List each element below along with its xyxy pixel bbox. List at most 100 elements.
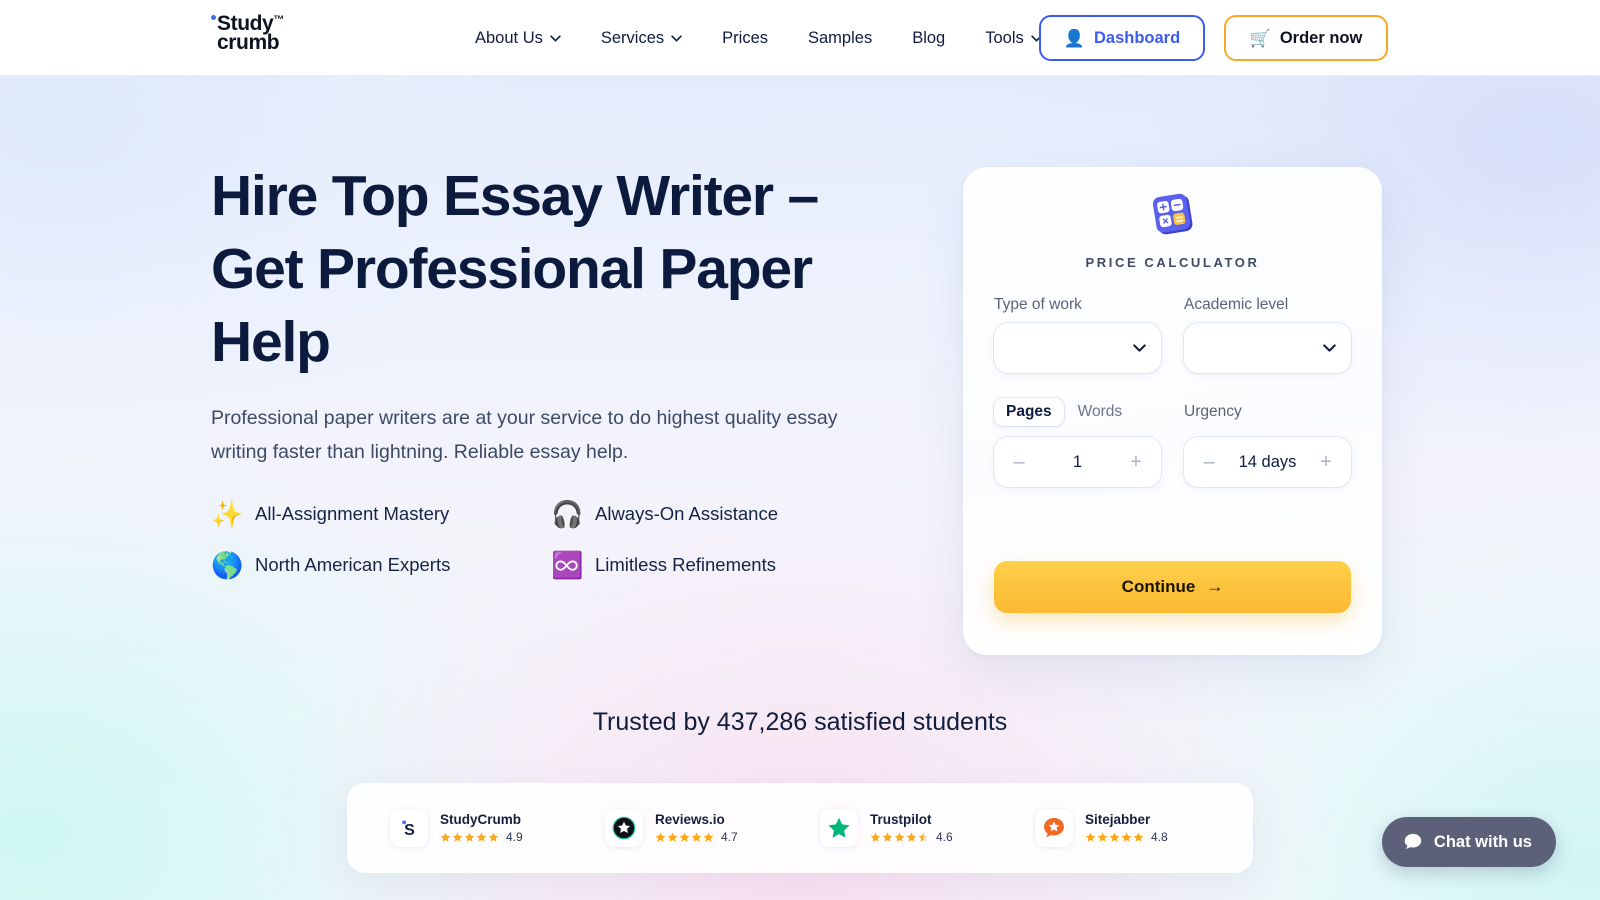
review-badge-reviewsio[interactable]: Reviews.io 4.7 <box>562 809 777 847</box>
logo-line-2: crumb <box>217 31 280 55</box>
trust-headline: Trusted by 437,286 satisfied students <box>592 708 1008 736</box>
badge-score: 4.8 <box>1151 830 1168 844</box>
star-rating-icon <box>440 832 499 843</box>
pages-value: 1 <box>1072 452 1083 471</box>
badge-rating: 4.9 <box>440 830 523 844</box>
review-badges-card: S StudyCrumb 4.9 Reviews.io 4.7 Trustpil… <box>347 783 1253 873</box>
feature-label: All-Assignment Mastery <box>255 503 450 524</box>
logo-trademark: ™ <box>273 14 284 26</box>
header-actions: 👤 Dashboard 🛒 Order now <box>1039 0 1388 76</box>
hero-description: Professional paper writers are at your s… <box>211 407 838 463</box>
badge-name: Sitejabber <box>1085 812 1151 827</box>
order-now-button-label: Order now <box>1279 28 1363 47</box>
studycrumb-logo: S <box>390 809 428 847</box>
main-navigation: About Us Services Prices Samples Blog To… <box>455 0 1062 76</box>
review-badge-sitejabber[interactable]: Sitejabber 4.8 <box>992 809 1207 847</box>
calculator-selects-row: Type of work Academic level <box>994 296 1351 373</box>
user-icon: 👤 <box>1063 28 1085 48</box>
urgency-decrement-button[interactable]: – <box>1200 452 1218 472</box>
tab-words[interactable]: Words <box>1066 398 1135 426</box>
unit-tabs: Pages Words <box>994 398 1161 426</box>
pages-increment-button[interactable]: + <box>1127 452 1145 472</box>
badge-name: Trustpilot <box>870 812 932 827</box>
headphones-icon: 🎧 <box>551 499 584 529</box>
calculator-icon <box>1146 191 1200 241</box>
feature-label: Always-On Assistance <box>595 503 779 524</box>
continue-button[interactable]: Continue → <box>994 561 1351 613</box>
type-of-work-field: Type of work <box>994 296 1161 373</box>
feature-item-always-on-assistance: 🎧 Always-On Assistance <box>551 501 891 527</box>
type-of-work-label: Type of work <box>994 296 1082 313</box>
badge-score: 4.7 <box>721 830 738 844</box>
type-of-work-select[interactable] <box>994 323 1161 373</box>
badge-score: 4.9 <box>506 830 523 844</box>
badge-rating: 4.6 <box>870 830 953 844</box>
feature-item-all-assignment-mastery: ✨ All-Assignment Mastery <box>211 501 551 527</box>
chevron-down-icon <box>1133 344 1146 352</box>
nav-item-samples[interactable]: Samples <box>788 0 892 76</box>
pages-stepper: – 1 + <box>994 437 1161 487</box>
star-rating-icon <box>655 832 714 843</box>
badge-meta: StudyCrumb 4.9 <box>440 812 523 844</box>
arrow-right-icon: → <box>1206 577 1224 596</box>
badge-meta: Trustpilot 4.6 <box>870 812 953 844</box>
nav-item-prices[interactable]: Prices <box>702 0 788 76</box>
dashboard-button[interactable]: 👤 Dashboard <box>1039 15 1205 61</box>
nav-label: Prices <box>722 28 768 47</box>
tab-pages[interactable]: Pages <box>994 398 1064 426</box>
chevron-down-icon <box>671 34 682 42</box>
hero-section: Hire Top Essay Writer – Get Professional… <box>211 160 911 578</box>
reviewsio-logo <box>605 809 643 847</box>
chat-widget-button[interactable]: Chat with us <box>1381 817 1556 867</box>
nav-item-about-us[interactable]: About Us <box>455 0 581 76</box>
site-header: Study™ crumb About Us Services Prices Sa… <box>0 0 1600 76</box>
feature-list: ✨ All-Assignment Mastery 🎧 Always-On Ass… <box>211 501 911 578</box>
dashboard-button-label: Dashboard <box>1093 28 1181 47</box>
feature-item-north-american-experts: 🌎 North American Experts <box>211 552 551 578</box>
urgency-label-container: Urgency <box>1184 398 1351 421</box>
badge-name: StudyCrumb <box>440 812 521 827</box>
chat-bubble-icon <box>1404 833 1422 850</box>
globe-americas-icon: 🌎 <box>211 550 244 580</box>
badge-name: Reviews.io <box>655 812 725 827</box>
nav-label: Blog <box>912 28 946 47</box>
academic-level-select[interactable] <box>1184 323 1351 373</box>
nav-label: Samples <box>808 28 873 47</box>
review-badge-studycrumb[interactable]: S StudyCrumb 4.9 <box>347 809 562 847</box>
infinity-icon: ♾️ <box>551 550 584 580</box>
urgency-increment-button[interactable]: + <box>1317 452 1335 472</box>
nav-item-services[interactable]: Services <box>581 0 702 76</box>
urgency-stepper: – 14 days + <box>1184 437 1351 487</box>
academic-level-label: Academic level <box>1184 296 1289 313</box>
nav-item-blog[interactable]: Blog <box>892 0 965 76</box>
continue-button-label: Continue <box>1121 577 1196 596</box>
sparkles-icon: ✨ <box>211 499 244 529</box>
shopping-cart-icon: 🛒 <box>1249 28 1271 48</box>
site-logo[interactable]: Study™ crumb <box>211 13 284 55</box>
chevron-down-icon <box>550 34 561 42</box>
calculator-steppers-row: – 1 + – 14 days + <box>994 437 1351 487</box>
chevron-down-icon <box>1323 344 1336 352</box>
badge-rating: 4.7 <box>655 830 738 844</box>
feature-item-limitless-refinements: ♾️ Limitless Refinements <box>551 552 891 578</box>
badge-meta: Sitejabber 4.8 <box>1085 812 1168 844</box>
academic-level-field: Academic level <box>1184 296 1351 373</box>
nav-label: Services <box>600 28 665 47</box>
logo-dot <box>211 15 216 20</box>
trustpilot-logo <box>820 809 858 847</box>
feature-label: Limitless Refinements <box>595 554 776 575</box>
price-calculator-card: PRICE CALCULATOR Type of work Academic l… <box>963 167 1382 655</box>
urgency-value: 14 days <box>1238 452 1297 471</box>
price-calculator-title: PRICE CALCULATOR <box>1085 255 1260 270</box>
order-now-button[interactable]: 🛒 Order now <box>1224 15 1388 61</box>
urgency-label: Urgency <box>1184 403 1242 420</box>
nav-label: About Us <box>475 28 543 47</box>
star-rating-icon <box>870 832 929 843</box>
badge-rating: 4.8 <box>1085 830 1168 844</box>
sitejabber-logo <box>1035 809 1073 847</box>
review-badge-trustpilot[interactable]: Trustpilot 4.6 <box>777 809 992 847</box>
pages-decrement-button[interactable]: – <box>1010 452 1028 472</box>
unit-tabs-container: Pages Words <box>994 398 1161 426</box>
calculator-units-row: Pages Words Urgency <box>994 398 1351 426</box>
badge-score: 4.6 <box>936 830 953 844</box>
